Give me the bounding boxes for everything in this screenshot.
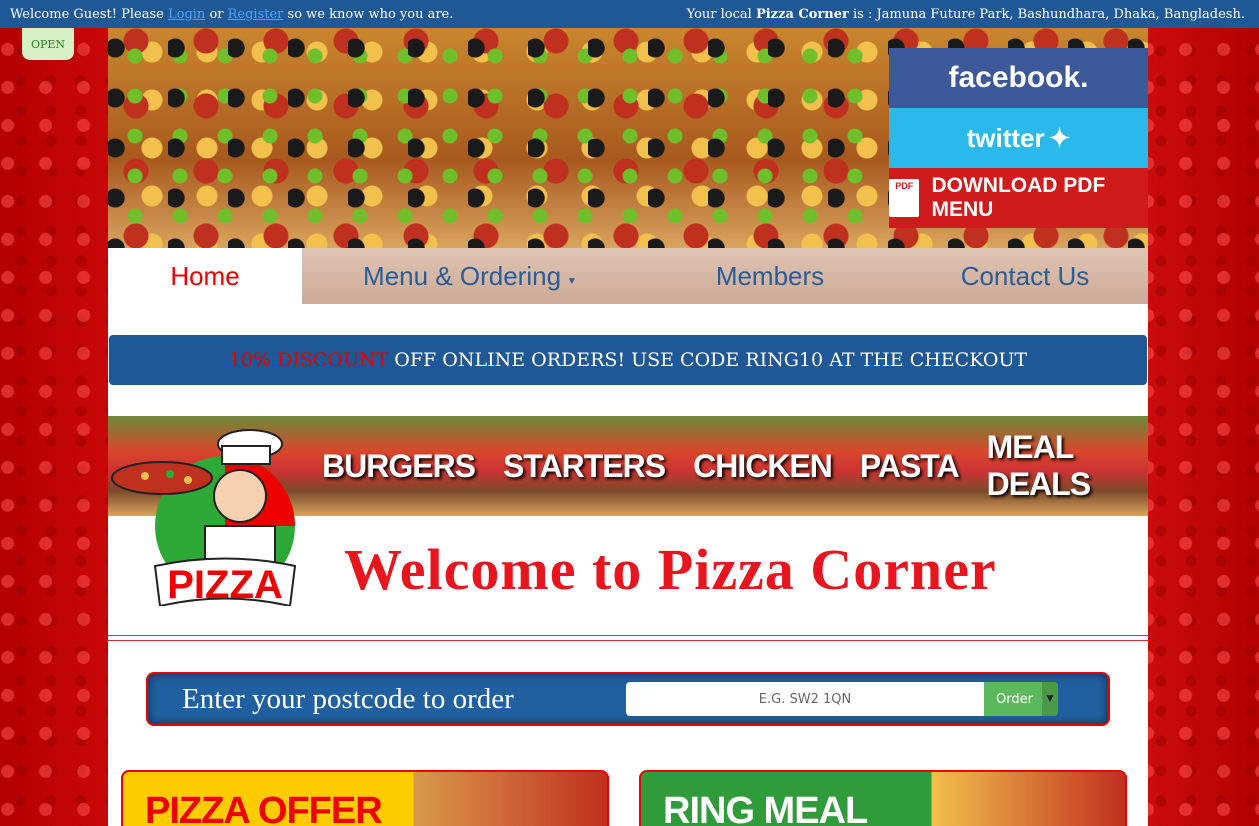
discount-highlight: 10% DISCOUNT bbox=[228, 349, 389, 371]
mascot-pizza-text: PIZZA bbox=[167, 563, 283, 606]
welcome-prefix: Welcome Guest! Please bbox=[10, 6, 164, 22]
main-nav: Home Menu & Ordering ▼ Members Contact Us bbox=[108, 248, 1148, 304]
facebook-label: facebook. bbox=[948, 61, 1089, 94]
nav-contact-us[interactable]: Contact Us bbox=[902, 248, 1148, 304]
caret-down-icon: ▼ bbox=[567, 275, 577, 287]
twitter-bird-icon: ✦ bbox=[1048, 122, 1071, 153]
nav-menu-label: Menu & Ordering bbox=[363, 260, 562, 291]
category-meal-deals[interactable]: MEAL DEALS bbox=[987, 429, 1148, 503]
category-burgers[interactable]: BURGERS bbox=[322, 448, 476, 485]
nav-menu-ordering[interactable]: Menu & Ordering ▼ bbox=[302, 248, 638, 304]
order-dropdown-caret-icon[interactable]: ▼ bbox=[1042, 682, 1058, 716]
pizza-offer-card[interactable]: PIZZA OFFER bbox=[121, 770, 609, 826]
facebook-button[interactable]: facebook. bbox=[889, 48, 1148, 108]
or-text: or bbox=[209, 6, 224, 22]
order-button[interactable]: Order ▼ bbox=[984, 682, 1058, 716]
category-pasta[interactable]: PASTA bbox=[860, 448, 960, 485]
location-prefix: Your local bbox=[686, 6, 752, 22]
divider bbox=[108, 640, 1148, 641]
top-bar: Welcome Guest! Please Login or Register … bbox=[0, 0, 1259, 28]
welcome-suffix: so we know who you are. bbox=[287, 6, 454, 22]
nav-members[interactable]: Members bbox=[638, 248, 902, 304]
postcode-label: Enter your postcode to order bbox=[182, 683, 514, 715]
nav-home[interactable]: Home bbox=[108, 248, 302, 304]
twitter-label: twitter bbox=[966, 122, 1045, 153]
pizza-offer-title: PIZZA OFFER bbox=[145, 790, 383, 826]
page-container: facebook. twitter ✦ PDF DOWNLOAD PDF MENU… bbox=[108, 28, 1148, 826]
store-name: Pizza Corner bbox=[755, 6, 849, 22]
welcome-message: Welcome Guest! Please Login or Register … bbox=[10, 7, 453, 22]
divider bbox=[108, 635, 1148, 636]
store-address: Jamuna Future Park, Bashundhara, Dhaka, … bbox=[876, 6, 1245, 22]
category-chicken[interactable]: CHICKEN bbox=[693, 448, 833, 485]
location-mid: is : bbox=[852, 6, 873, 22]
social-panel: facebook. twitter ✦ PDF DOWNLOAD PDF MENU bbox=[889, 48, 1148, 228]
hero-banner: facebook. twitter ✦ PDF DOWNLOAD PDF MENU bbox=[108, 28, 1148, 248]
postcode-order-bar: Enter your postcode to order Order ▼ bbox=[146, 672, 1110, 726]
download-pdf-menu-button[interactable]: PDF DOWNLOAD PDF MENU bbox=[889, 168, 1148, 228]
pdf-menu-label: DOWNLOAD PDF MENU bbox=[931, 174, 1106, 221]
ring-meal-card[interactable]: RING MEAL bbox=[639, 770, 1127, 826]
welcome-title: Welcome to Pizza Corner bbox=[344, 537, 997, 602]
store-location: Your local Pizza Corner is : Jamuna Futu… bbox=[687, 7, 1245, 22]
ring-meal-title: RING MEAL bbox=[663, 790, 868, 826]
pdf-icon: PDF bbox=[889, 179, 920, 217]
discount-text: OFF ONLINE ORDERS! USE CODE RING10 AT TH… bbox=[394, 349, 1028, 371]
postcode-input[interactable] bbox=[626, 682, 984, 716]
login-link[interactable]: Login bbox=[168, 7, 205, 22]
category-starters[interactable]: STARTERS bbox=[503, 448, 666, 485]
twitter-button[interactable]: twitter ✦ bbox=[889, 108, 1148, 168]
order-button-label: Order bbox=[996, 691, 1033, 707]
discount-banner: 10% DISCOUNT OFF ONLINE ORDERS! USE CODE… bbox=[109, 335, 1147, 385]
pizza-chef-mascot-logo: PIZZA bbox=[111, 429, 297, 606]
open-status-badge: OPEN bbox=[22, 28, 74, 60]
register-link[interactable]: Register bbox=[228, 7, 284, 22]
